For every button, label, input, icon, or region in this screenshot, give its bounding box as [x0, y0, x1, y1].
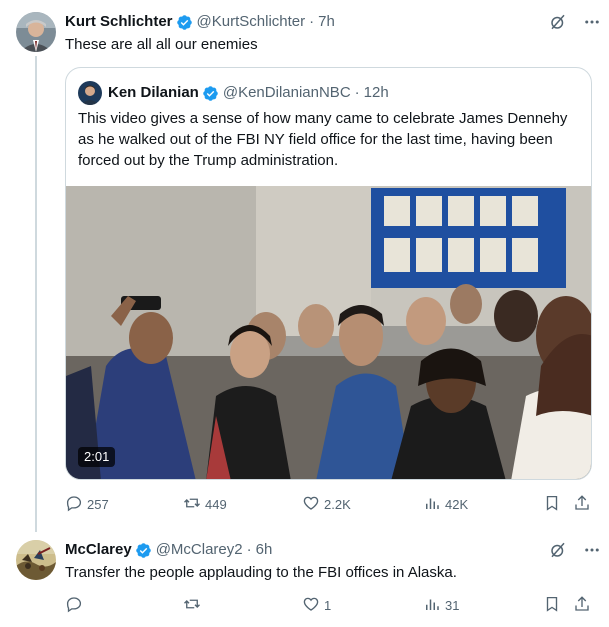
more-icon[interactable]: [582, 12, 602, 32]
separator-dot: ·: [309, 13, 315, 30]
author-name[interactable]: McClarey: [65, 540, 132, 560]
share-button[interactable]: [573, 494, 591, 515]
reply-icon: [65, 494, 83, 515]
more-icon[interactable]: [582, 540, 602, 560]
repost-count: 449: [205, 497, 227, 512]
reply-button[interactable]: 257: [65, 494, 109, 515]
verified-badge-icon: [135, 542, 152, 559]
views-count: 42K: [445, 497, 469, 512]
tweet-text: Transfer the people applauding to the FB…: [65, 564, 457, 581]
avatar[interactable]: [16, 540, 56, 580]
quote-avatar[interactable]: [78, 81, 102, 105]
grok-icon[interactable]: [548, 540, 568, 560]
quoted-tweet[interactable]: Ken Dilanian @KenDilanianNBC · 12h This …: [65, 67, 592, 480]
tweet-mcclarey[interactable]: McClarey @McClarey2 · 6h Transfer the pe…: [0, 532, 609, 627]
views-icon: [423, 494, 441, 515]
quote-timestamp: 12h: [363, 84, 389, 101]
views-button[interactable]: 42K: [423, 494, 468, 515]
tweet-header: McClarey @McClarey2 · 6h: [65, 540, 272, 560]
tweet-action-bar: 257 449 2.2K 42K: [65, 494, 593, 514]
avatar[interactable]: [16, 12, 56, 52]
like-icon: [302, 494, 320, 515]
tweet-action-bar: 1 31: [65, 595, 593, 615]
share-icon: [573, 494, 591, 515]
reply-count: 257: [87, 497, 109, 512]
timestamp[interactable]: 6h: [256, 540, 273, 560]
views-icon: [423, 595, 441, 616]
share-icon: [573, 595, 591, 616]
bookmark-button[interactable]: [543, 494, 561, 515]
author-name[interactable]: Kurt Schlichter: [65, 12, 173, 32]
quote-text: This video gives a sense of how many cam…: [78, 110, 568, 169]
video-duration: 2:01: [78, 447, 116, 467]
author-handle[interactable]: @McClarey2: [156, 540, 243, 560]
quote-author-handle: @KenDilanianNBC: [222, 84, 351, 101]
quote-author-name: Ken Dilanian: [108, 84, 199, 101]
separator-dot: ·: [354, 84, 360, 101]
video-thumbnail: [66, 186, 591, 479]
tweet-header: Kurt Schlichter @KurtSchlichter · 7h: [65, 12, 335, 32]
bookmark-button[interactable]: [543, 595, 561, 616]
separator-dot: ·: [246, 541, 252, 558]
bookmark-icon: [543, 595, 561, 616]
like-count: 2.2K: [324, 497, 351, 512]
bookmark-icon: [543, 494, 561, 515]
share-button[interactable]: [573, 595, 591, 616]
grok-icon[interactable]: [548, 12, 568, 32]
reply-button[interactable]: [65, 595, 87, 616]
quote-header: Ken Dilanian @KenDilanianNBC · 12h: [108, 83, 389, 103]
author-handle[interactable]: @KurtSchlichter: [197, 12, 306, 32]
tweet-top-actions: [548, 12, 602, 32]
verified-badge-icon: [176, 14, 193, 31]
like-count: 1: [324, 598, 332, 613]
like-button[interactable]: 1: [302, 595, 331, 616]
timestamp[interactable]: 7h: [318, 12, 335, 32]
verified-badge-icon: [202, 85, 219, 102]
like-icon: [302, 595, 320, 616]
tweet-top-actions: [548, 540, 602, 560]
views-button[interactable]: 31: [423, 595, 459, 616]
repost-icon: [183, 595, 201, 616]
video-player[interactable]: 2:01: [66, 186, 591, 479]
repost-button[interactable]: [183, 595, 205, 616]
repost-icon: [183, 494, 201, 515]
tweet-kurt-schlichter[interactable]: Kurt Schlichter @KurtSchlichter · 7h The…: [0, 0, 609, 532]
like-button[interactable]: 2.2K: [302, 494, 351, 515]
tweet-text: These are all all our enemies: [65, 36, 258, 53]
views-count: 31: [445, 598, 460, 613]
repost-button[interactable]: 449: [183, 494, 227, 515]
reply-icon: [65, 595, 83, 616]
